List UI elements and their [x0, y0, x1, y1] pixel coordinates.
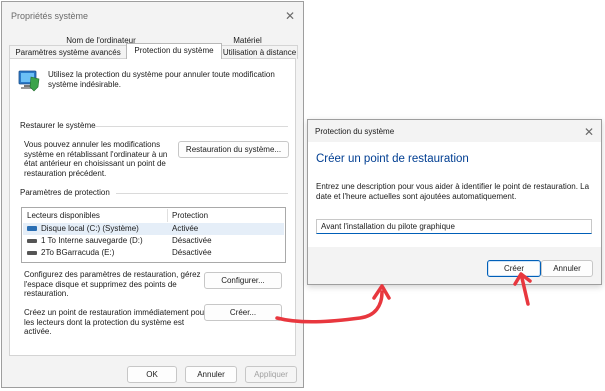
tab-system-protection[interactable]: Protection du système — [126, 43, 222, 59]
annotation-arrow-line — [275, 290, 384, 324]
annotation-overlay — [275, 272, 532, 324]
annotation-arrow-line — [520, 276, 530, 306]
annotation-arrow — [513, 272, 532, 306]
annotation-arrow — [275, 284, 391, 324]
